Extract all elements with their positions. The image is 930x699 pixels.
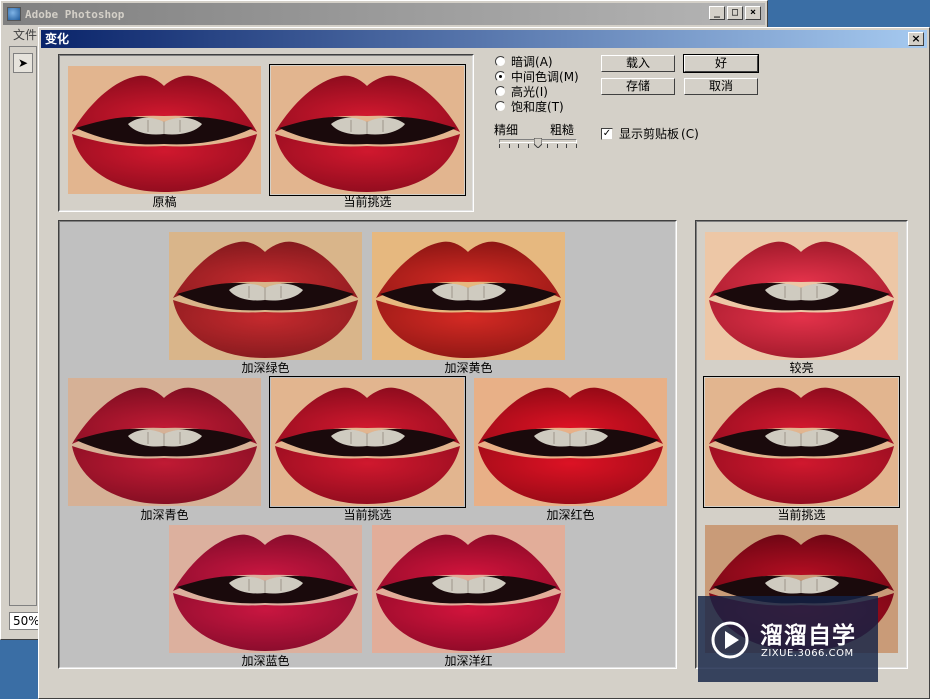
- radio-highlights-dot[interactable]: [495, 86, 506, 97]
- more-red-thumbnail[interactable]: [474, 378, 667, 506]
- slider-labels: 精细 粗糙: [494, 121, 574, 138]
- radio-shadows-dot[interactable]: [495, 56, 506, 67]
- lips-image: [169, 525, 362, 653]
- watermark-subtitle: ZIXUE.3066.COM: [761, 648, 854, 659]
- slider-coarse-label: 粗糙: [549, 123, 574, 137]
- more-cyan-thumbnail[interactable]: [68, 378, 261, 506]
- radio-highlights[interactable]: 高光 (I): [495, 84, 548, 99]
- more-blue-thumbnail[interactable]: [169, 525, 362, 653]
- lighter-thumbnail[interactable]: [705, 232, 898, 360]
- more-green-caption: 加深绿色: [241, 361, 290, 375]
- original-thumbnail: [68, 66, 261, 194]
- more-magenta-thumbnail[interactable]: [372, 525, 565, 653]
- grid-current-pick-thumbnail: [269, 376, 466, 508]
- watermark-play-logo-icon: [711, 621, 749, 659]
- toolbox: ➤: [9, 46, 37, 606]
- radio-shadows-key: (A): [535, 54, 553, 69]
- load-button[interactable]: 载入: [601, 55, 675, 72]
- radio-highlights-key: (I): [535, 84, 548, 99]
- lips-image: [271, 378, 464, 506]
- radio-saturation-dot[interactable]: [495, 101, 506, 112]
- ok-button[interactable]: 好: [683, 54, 759, 73]
- radio-saturation-label: 饱和度: [511, 100, 548, 114]
- slider-fine-label: 精细: [494, 123, 519, 137]
- lightness-current-pick-thumbnail: [703, 376, 900, 508]
- current-pick-caption: 当前挑选: [343, 195, 392, 209]
- radio-midtones[interactable]: 中间色调 (M): [495, 69, 579, 84]
- save-button[interactable]: 存储: [601, 78, 675, 95]
- move-tool-icon[interactable]: ➤: [13, 53, 33, 73]
- more-magenta-caption: 加深洋红: [444, 654, 493, 668]
- current-pick-thumbnail: [269, 64, 466, 196]
- show-clipping-check-box[interactable]: ✓: [601, 127, 613, 140]
- radio-saturation[interactable]: 饱和度 (T): [495, 99, 564, 114]
- more-green-thumbnail[interactable]: [169, 232, 362, 360]
- lightness-current-pick-caption: 当前挑选: [777, 508, 826, 522]
- photoshop-logo-icon: [7, 7, 21, 21]
- slider-thumb[interactable]: [534, 138, 542, 148]
- show-clipping-checkbox[interactable]: ✓ 显示剪贴板 (C): [601, 125, 699, 142]
- more-blue-caption: 加深蓝色: [241, 654, 290, 668]
- lips-image: [474, 378, 667, 506]
- lighter-caption: 较亮: [789, 361, 814, 375]
- lips-image: [169, 232, 362, 360]
- grid-current-pick-caption: 当前挑选: [343, 508, 392, 522]
- more-red-caption: 加深红色: [546, 508, 595, 522]
- dialog-title: 变化: [45, 32, 70, 46]
- radio-midtones-dot[interactable]: [495, 71, 506, 82]
- photoshop-title-bar: Adobe Photoshop _ □ ×: [3, 3, 765, 25]
- lips-image: [68, 66, 261, 194]
- maximize-button[interactable]: □: [727, 6, 743, 20]
- original-caption: 原稿: [152, 195, 177, 209]
- cancel-button[interactable]: 取消: [684, 78, 758, 95]
- watermark-title: 溜溜自学: [760, 623, 856, 649]
- minimize-button[interactable]: _: [709, 6, 725, 20]
- radio-saturation-key: (T): [547, 99, 564, 114]
- dialog-title-bar: 变化 ×: [41, 30, 927, 48]
- lips-image: [372, 525, 565, 653]
- more-yellow-thumbnail[interactable]: [372, 232, 565, 360]
- close-app-button[interactable]: ×: [745, 6, 761, 20]
- menu-file[interactable]: 文件: [13, 26, 37, 43]
- lips-image: [271, 66, 464, 194]
- lips-image: [68, 378, 261, 506]
- show-clipping-label: 显示剪贴板: [619, 127, 680, 141]
- lips-image: [705, 378, 898, 506]
- show-clipping-key: (C): [681, 126, 699, 141]
- more-yellow-caption: 加深黄色: [444, 361, 493, 375]
- watermark: 溜溜自学 ZIXUE.3066.COM: [698, 596, 878, 682]
- dialog-close-button[interactable]: ×: [908, 32, 924, 46]
- radio-midtones-key: (M): [559, 69, 579, 84]
- lips-image: [705, 232, 898, 360]
- lips-image: [372, 232, 565, 360]
- app-title: Adobe Photoshop: [25, 7, 125, 21]
- more-cyan-caption: 加深青色: [140, 508, 189, 522]
- radio-shadows[interactable]: 暗调 (A): [495, 54, 553, 69]
